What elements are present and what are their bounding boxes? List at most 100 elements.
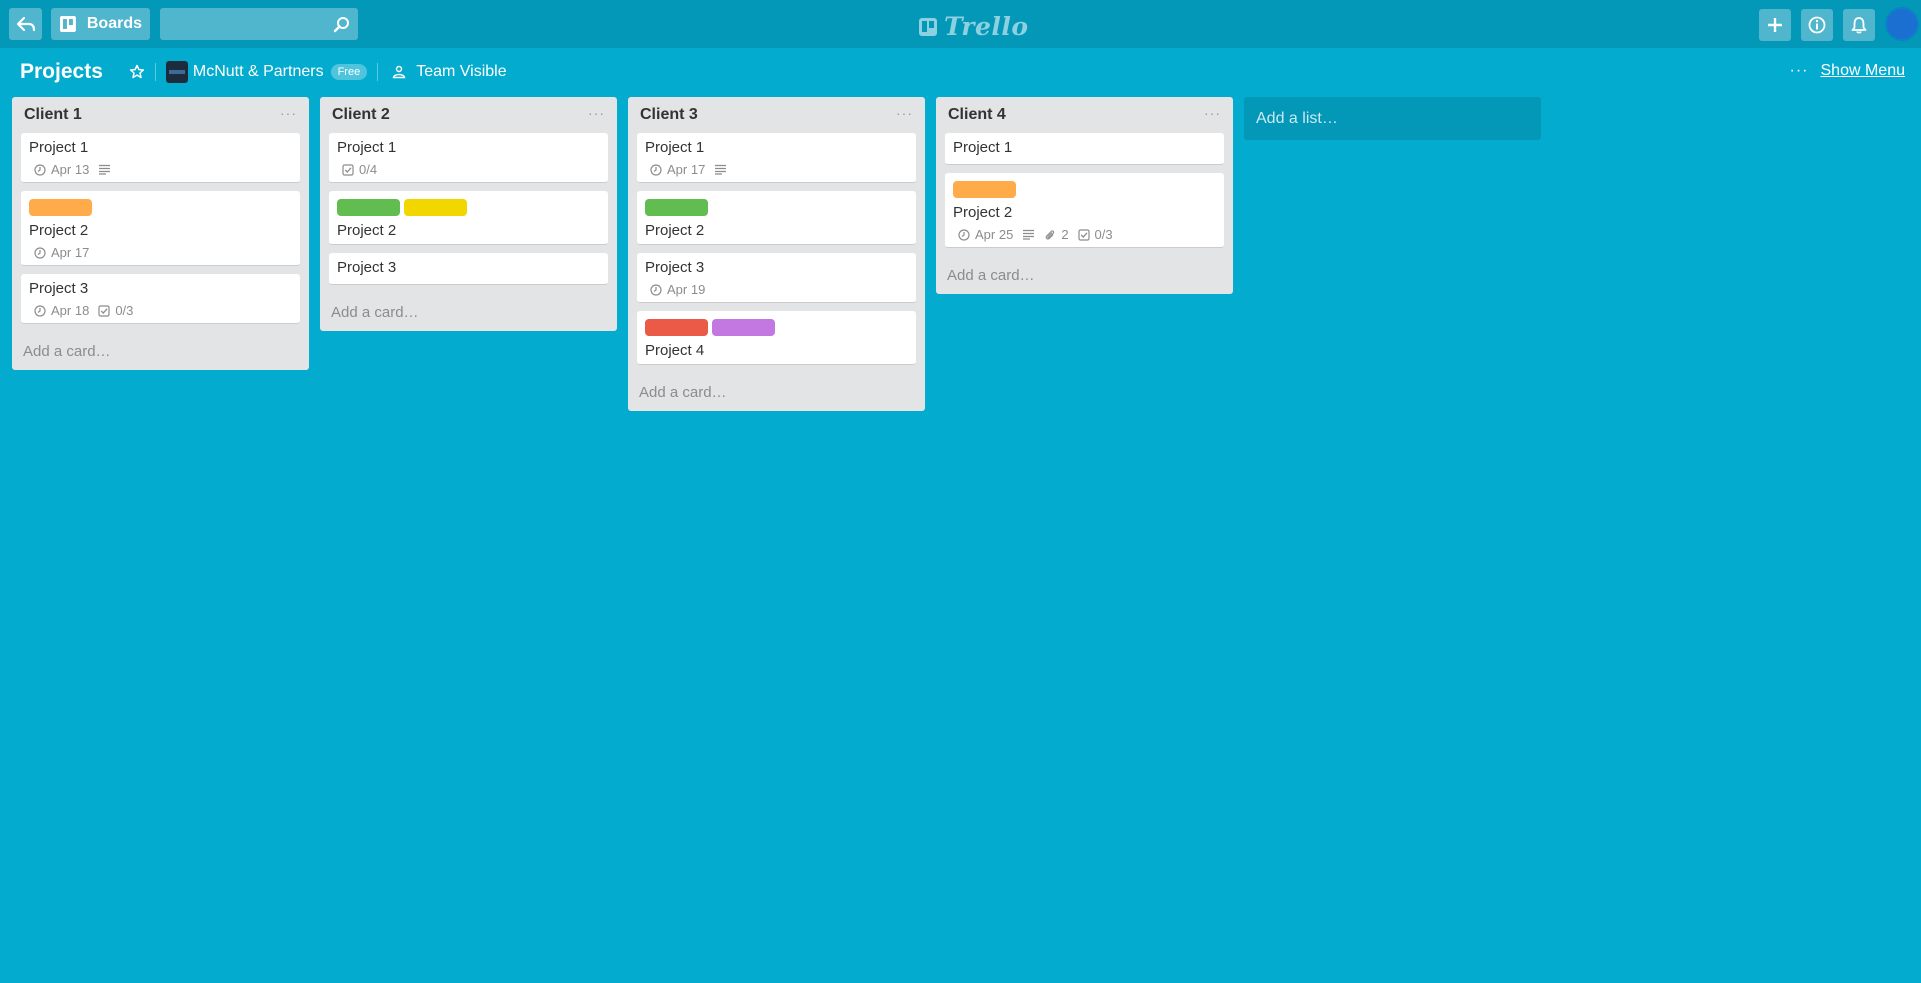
- description-badge: [714, 164, 727, 175]
- add-card-button[interactable]: Add a card…: [329, 293, 608, 331]
- list: Client 1 ··· Project 1 Apr 13 Project 2 Apr 1…: [12, 97, 309, 370]
- list-title[interactable]: Client 4: [948, 106, 1006, 124]
- board-title[interactable]: Projects: [20, 60, 103, 84]
- list-title[interactable]: Client 3: [640, 106, 698, 124]
- show-menu-link[interactable]: Show Menu: [1821, 62, 1906, 80]
- list-menu-icon[interactable]: ···: [280, 105, 297, 121]
- card[interactable]: Project 2: [637, 191, 916, 245]
- description-icon: [1022, 229, 1035, 240]
- yellow-label: [404, 199, 467, 216]
- search-icon: [333, 17, 349, 33]
- back-button[interactable]: [9, 8, 42, 40]
- attachment-badge: 2: [1044, 227, 1069, 242]
- list-menu-icon[interactable]: ···: [588, 105, 605, 121]
- card-labels: [645, 197, 908, 216]
- list: Client 2 ··· Project 1 0/4 Project 2 Project …: [320, 97, 617, 331]
- card[interactable]: Project 2: [329, 191, 608, 245]
- checklist-icon: [98, 304, 110, 317]
- avatar[interactable]: [1885, 7, 1919, 41]
- trello-logo-icon: [919, 17, 937, 36]
- add-card-button[interactable]: Add a card…: [945, 256, 1224, 294]
- card[interactable]: Project 3: [329, 253, 608, 285]
- list-menu-icon[interactable]: ···: [1204, 105, 1221, 121]
- card[interactable]: Project 2 Apr 25 2 0/3: [945, 173, 1224, 248]
- card-badges: Apr 17: [29, 244, 292, 261]
- card[interactable]: Project 1 0/4: [329, 133, 608, 183]
- list: Client 3 ··· Project 1 Apr 17 Project 2 Proje…: [628, 97, 925, 411]
- divider: [154, 63, 156, 81]
- card[interactable]: Project 1 Apr 17: [637, 133, 916, 183]
- boards-icon: [59, 16, 76, 32]
- badge-text: Apr 13: [51, 162, 90, 177]
- card-badges: Apr 17: [645, 161, 908, 178]
- list-header: Client 1 ···: [21, 97, 300, 133]
- purple-label: [712, 319, 775, 336]
- boards-button[interactable]: Boards: [51, 8, 150, 40]
- list-header: Client 2 ···: [329, 97, 608, 133]
- create-button[interactable]: [1759, 8, 1791, 41]
- badge-text: 2: [1061, 227, 1069, 242]
- badge-text: Apr 17: [667, 162, 706, 177]
- card[interactable]: Project 1 Apr 13: [21, 133, 300, 183]
- green-label: [645, 199, 708, 216]
- card-labels: [337, 197, 600, 216]
- divider: [377, 63, 379, 81]
- back-arrow-icon: [16, 16, 35, 32]
- clock-badge: Apr 18: [34, 303, 89, 318]
- description-icon: [98, 164, 111, 175]
- add-list-button[interactable]: Add a list…: [1244, 97, 1541, 140]
- card-title: Project 3: [29, 280, 89, 297]
- list-menu-icon[interactable]: ···: [896, 105, 913, 121]
- clock-icon: [34, 163, 46, 176]
- badge-text: Apr 19: [667, 282, 706, 297]
- card[interactable]: Project 4: [637, 311, 916, 365]
- checklist-badge: 0/4: [342, 162, 377, 177]
- card-badges: Apr 18 0/3: [29, 302, 292, 319]
- list-title[interactable]: Client 2: [332, 106, 390, 124]
- card-labels: [29, 197, 292, 216]
- card[interactable]: Project 3 Apr 18 0/3: [21, 274, 300, 324]
- team-logo: [165, 61, 188, 83]
- badge-text: 0/4: [359, 162, 378, 177]
- visibility-button[interactable]: Team Visible: [416, 63, 506, 81]
- card-title: Project 1: [337, 139, 397, 156]
- checklist-badge: 0/3: [98, 303, 133, 318]
- team-name[interactable]: McNutt & Partners: [193, 63, 324, 81]
- search-field[interactable]: [160, 8, 358, 40]
- orange-label: [953, 181, 1016, 198]
- card[interactable]: Project 1: [945, 133, 1224, 165]
- badge-text: 0/3: [1094, 227, 1113, 242]
- star-icon[interactable]: [129, 64, 145, 80]
- add-card-button[interactable]: Add a card…: [637, 373, 916, 411]
- clock-icon: [650, 163, 662, 176]
- card[interactable]: Project 3 Apr 19: [637, 253, 916, 303]
- card-badges: Apr 13: [29, 161, 292, 178]
- notifications-button[interactable]: [1843, 8, 1875, 41]
- card[interactable]: Project 2 Apr 17: [21, 191, 300, 266]
- card-title: Project 2: [29, 222, 89, 239]
- green-label: [337, 199, 400, 216]
- clock-icon: [34, 304, 46, 317]
- red-label: [645, 319, 708, 336]
- card-badges: Apr 25 2 0/3: [953, 226, 1216, 243]
- more-icon[interactable]: ···: [1790, 62, 1809, 80]
- list-header: Client 3 ···: [637, 97, 916, 133]
- card-labels: [645, 317, 908, 336]
- search-input[interactable]: [160, 8, 358, 40]
- board-header: Projects McNutt & Partners Free Team Vis…: [0, 48, 1921, 96]
- checklist-badge: 0/3: [1077, 227, 1113, 242]
- list-title[interactable]: Client 1: [24, 106, 82, 124]
- trello-logo-text: Trello: [944, 12, 1029, 41]
- card-badges: Apr 19: [645, 281, 908, 298]
- orange-label: [29, 199, 92, 216]
- card-title: Project 3: [337, 259, 397, 276]
- info-button[interactable]: [1801, 8, 1833, 41]
- trello-logo[interactable]: Trello: [918, 12, 1029, 41]
- add-card-button[interactable]: Add a card…: [21, 332, 300, 370]
- plus-icon: [1768, 17, 1782, 32]
- badge-text: 0/3: [115, 303, 134, 318]
- clock-icon: [958, 228, 970, 241]
- checklist-icon: [342, 163, 354, 176]
- card-labels: [953, 179, 1216, 198]
- boards-label: Boards: [86, 15, 142, 32]
